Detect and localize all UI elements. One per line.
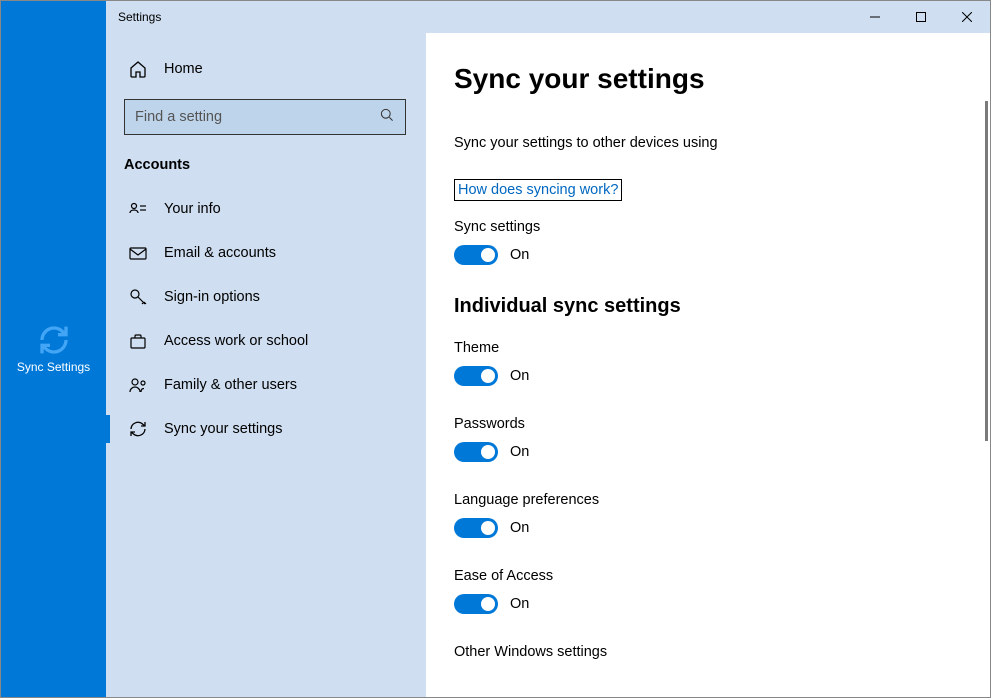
- other-windows-settings-label: Other Windows settings: [454, 644, 990, 660]
- sync-icon: [38, 324, 70, 356]
- nav-item-label: Home: [164, 61, 203, 77]
- toggle-state: On: [510, 520, 529, 536]
- main-content: Sync your settings Sync your settings to…: [426, 33, 990, 697]
- nav-home[interactable]: Home: [124, 47, 406, 91]
- sync-description: Sync your settings to other devices usin…: [454, 135, 990, 151]
- sidebar-item-label: Your info: [164, 201, 221, 217]
- individual-sync-title: Individual sync settings: [454, 295, 990, 318]
- sidebar-section-label: Accounts: [124, 157, 406, 173]
- settings-window: Settings Home Accounts Your info Email &: [106, 1, 990, 697]
- person-card-icon: [128, 199, 148, 219]
- toggle-state: On: [510, 444, 529, 460]
- people-icon: [128, 375, 148, 395]
- page-title: Sync your settings: [454, 63, 990, 95]
- scrollbar[interactable]: [985, 101, 988, 441]
- minimize-button[interactable]: [852, 1, 898, 33]
- desktop-area: Sync Settings: [1, 1, 106, 697]
- search-icon: [379, 107, 395, 128]
- how-syncing-works-link[interactable]: How does syncing work?: [458, 182, 618, 198]
- passwords-label: Passwords: [454, 416, 990, 432]
- maximize-button[interactable]: [898, 1, 944, 33]
- search-input-container[interactable]: [124, 99, 406, 135]
- sidebar: Home Accounts Your info Email & accounts…: [106, 33, 426, 697]
- sync-icon: [128, 419, 148, 439]
- sidebar-item-label: Sign-in options: [164, 289, 260, 305]
- help-link-highlight: How does syncing work?: [454, 179, 622, 201]
- passwords-toggle[interactable]: [454, 442, 498, 462]
- desktop-shortcut-sync-settings[interactable]: Sync Settings: [17, 324, 90, 374]
- toggle-state: On: [510, 368, 529, 384]
- window-title: Settings: [118, 10, 161, 24]
- sidebar-item-signin-options[interactable]: Sign-in options: [124, 275, 406, 319]
- ease-of-access-label: Ease of Access: [454, 568, 990, 584]
- language-preferences-toggle[interactable]: [454, 518, 498, 538]
- key-icon: [128, 287, 148, 307]
- mail-icon: [128, 243, 148, 263]
- briefcase-icon: [128, 331, 148, 351]
- sync-settings-toggle[interactable]: [454, 245, 498, 265]
- search-input[interactable]: [135, 109, 379, 125]
- sidebar-item-label: Sync your settings: [164, 421, 282, 437]
- toggle-state: On: [510, 596, 529, 612]
- toggle-state: On: [510, 247, 529, 263]
- sidebar-item-your-info[interactable]: Your info: [124, 187, 406, 231]
- sidebar-item-access-work-school[interactable]: Access work or school: [124, 319, 406, 363]
- language-preferences-label: Language preferences: [454, 492, 990, 508]
- sidebar-item-sync-settings[interactable]: Sync your settings: [124, 407, 406, 451]
- ease-of-access-toggle[interactable]: [454, 594, 498, 614]
- sidebar-item-label: Email & accounts: [164, 245, 276, 261]
- desktop-shortcut-label: Sync Settings: [17, 360, 90, 374]
- sidebar-item-email-accounts[interactable]: Email & accounts: [124, 231, 406, 275]
- sidebar-item-label: Access work or school: [164, 333, 308, 349]
- sync-settings-label: Sync settings: [454, 219, 990, 235]
- theme-label: Theme: [454, 340, 990, 356]
- close-button[interactable]: [944, 1, 990, 33]
- home-icon: [128, 59, 148, 79]
- theme-toggle[interactable]: [454, 366, 498, 386]
- sidebar-item-family-users[interactable]: Family & other users: [124, 363, 406, 407]
- titlebar[interactable]: Settings: [106, 1, 990, 33]
- sidebar-item-label: Family & other users: [164, 377, 297, 393]
